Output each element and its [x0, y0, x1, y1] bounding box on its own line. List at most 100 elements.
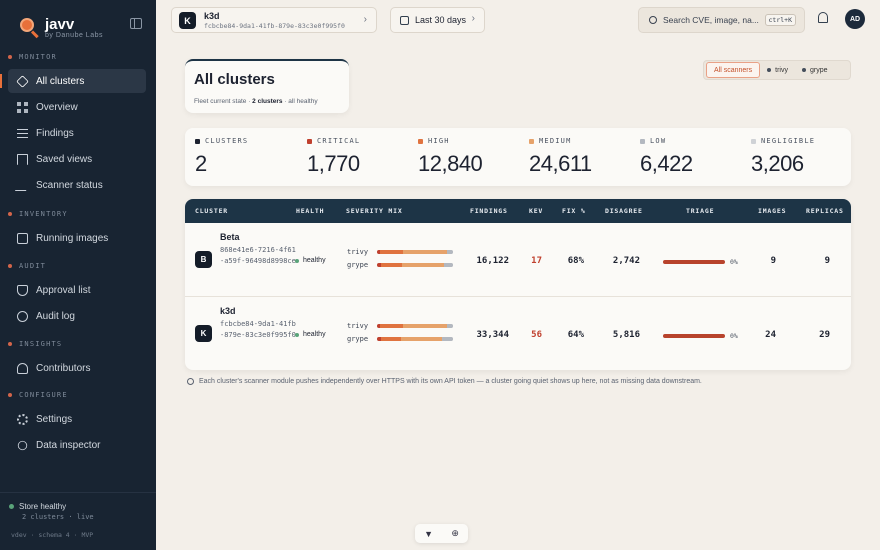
- column-header-findings[interactable]: FINDINGS: [470, 207, 508, 215]
- shield-icon: [17, 284, 28, 296]
- severity-swatch: [640, 138, 645, 144]
- stat-high: HIGH 12,840: [418, 137, 483, 177]
- health-dot-icon: [295, 258, 299, 263]
- stat-value: 3,206: [751, 151, 804, 176]
- clusters-table: CLUSTER HEALTH SEVERITY MIX FINDINGS KEV FIX …: [185, 199, 851, 370]
- column-header-kev[interactable]: KEV: [529, 207, 543, 215]
- column-header-health[interactable]: HEALTH: [296, 207, 324, 215]
- column-header-replicas[interactable]: REPLICAS: [806, 207, 844, 215]
- stat-label: CLUSTERS: [205, 137, 249, 145]
- disagree-count: 2,742: [612, 256, 640, 266]
- column-header-triage[interactable]: TRIAGE: [686, 207, 714, 215]
- store-status-sub: 2 clusters · live: [22, 513, 94, 521]
- severity-mix-trivy: trivy: [347, 319, 453, 332]
- triage-bar: [663, 334, 725, 338]
- sidebar-item-approval-list[interactable]: Approval list: [8, 278, 146, 302]
- sidebar-item-contributors[interactable]: Contributors: [8, 356, 146, 380]
- column-header-fix-[interactable]: FIX %: [562, 207, 586, 215]
- stat-label: LOW: [650, 137, 667, 145]
- dev-tools-icon[interactable]: ▼: [424, 529, 433, 539]
- page-title: All clusters: [194, 71, 275, 88]
- severity-segment: [380, 262, 403, 267]
- severity-swatch: [195, 138, 200, 144]
- sidebar-item-audit-log[interactable]: Audit log: [8, 304, 146, 328]
- scanner-filter-grype[interactable]: grype: [795, 62, 835, 78]
- grid-icon: [17, 101, 28, 113]
- cluster-name: Beta: [220, 232, 240, 242]
- cluster-badge: B: [195, 251, 212, 268]
- severity-bar: [377, 262, 453, 267]
- section-audit: AUDIT: [8, 262, 46, 270]
- person-icon: [17, 362, 28, 374]
- status-dot-icon: [9, 504, 14, 509]
- column-header-images[interactable]: IMAGES: [758, 207, 786, 215]
- table-header: CLUSTER HEALTH SEVERITY MIX FINDINGS KEV FIX …: [185, 199, 851, 223]
- target-icon[interactable]: ⊕: [451, 528, 459, 539]
- avatar[interactable]: AD: [845, 9, 865, 29]
- list-icon: [17, 127, 28, 139]
- scanner-filter-all[interactable]: All scanners: [706, 62, 761, 78]
- column-header-disagree[interactable]: DISAGREE: [605, 207, 643, 215]
- pulse-icon: [14, 179, 31, 191]
- stat-critical: CRITICAL 1,770: [307, 137, 360, 177]
- disagree-count: 5,816: [612, 330, 640, 340]
- table-row[interactable]: Kk3d fcbcbe84-9da1-41fb-879e-83c3e0f995f0…: [185, 296, 851, 369]
- app-byline: by Danube Labs: [45, 32, 103, 39]
- severity-segment: [446, 249, 453, 254]
- date-range-selector[interactable]: Last 30 days ›: [390, 7, 485, 33]
- scanner-name: grype: [347, 260, 369, 269]
- health-status: healthy: [295, 257, 326, 264]
- collapse-sidebar-icon[interactable]: [130, 18, 142, 29]
- severity-mix-grype: grype: [347, 332, 453, 345]
- severity-mix-trivy: trivy: [347, 245, 453, 258]
- chevron-right-icon: ›: [363, 14, 367, 25]
- scanner-filter-trivy[interactable]: trivy: [760, 62, 795, 78]
- scanner-name: trivy: [347, 247, 369, 256]
- stat-medium: MEDIUM 24,611: [529, 137, 592, 177]
- severity-bar: [377, 323, 453, 328]
- sidebar-item-running-images[interactable]: Running images: [8, 226, 146, 250]
- section-configure: CONFIGURE: [8, 391, 68, 399]
- severity-bar: [377, 336, 453, 341]
- table-row[interactable]: B Beta 868e41e6-7216-4f61-a59f-96498d8998c…: [185, 223, 851, 296]
- sidebar: javv by Danube Labs MONITOR All clusters…: [0, 0, 156, 550]
- triage-percent: 0%: [730, 332, 738, 340]
- stat-label: NEGLIGIBLE: [761, 137, 816, 145]
- search-input[interactable]: Search CVE, image, na... ctrl+K: [638, 7, 805, 33]
- search-icon: [17, 440, 28, 450]
- section-insights: INSIGHTS: [8, 340, 62, 348]
- stat-value: 2: [195, 151, 207, 176]
- sidebar-item-saved-views[interactable]: Saved views: [8, 147, 146, 171]
- health-status: healthy: [295, 331, 326, 338]
- scanner-name: grype: [347, 334, 369, 343]
- sidebar-item-settings[interactable]: Settings: [8, 407, 146, 431]
- findings-count: 16,122: [476, 256, 509, 266]
- column-header-severity-mix[interactable]: SEVERITY MIX: [346, 207, 403, 215]
- cluster-badge: K: [179, 12, 196, 29]
- bell-icon[interactable]: [818, 12, 828, 23]
- severity-segment: [402, 323, 447, 328]
- stat-value: 6,422: [640, 151, 693, 176]
- section-monitor: MONITOR: [8, 53, 57, 61]
- page-header: All clusters Fleet current state · 2 clu…: [185, 59, 349, 113]
- sidebar-item-overview[interactable]: Overview: [8, 95, 146, 119]
- sidebar-item-data-inspector[interactable]: Data inspector: [8, 433, 146, 457]
- kev-count: 56: [531, 330, 542, 340]
- severity-segment: [402, 262, 444, 267]
- severity-mix-grype: grype: [347, 258, 453, 271]
- sidebar-item-findings[interactable]: Findings: [8, 121, 146, 145]
- cluster-context-selector[interactable]: K k3d fcbcbe84-9da1-41fb-879e-83c3e0f995…: [171, 7, 377, 33]
- triage-percent: 0%: [730, 258, 738, 266]
- stat-value: 1,770: [307, 151, 360, 176]
- stat-label: CRITICAL: [317, 137, 361, 145]
- stat-label: MEDIUM: [539, 137, 572, 145]
- severity-segment: [402, 249, 447, 254]
- stat-low: LOW 6,422: [640, 137, 693, 177]
- info-note: Each cluster's scanner module pushes ind…: [187, 378, 702, 385]
- store-status: Store healthy: [9, 502, 66, 511]
- sidebar-item-all-clusters[interactable]: All clusters: [0, 69, 146, 93]
- severity-swatch: [529, 138, 534, 144]
- sidebar-item-scanner-status[interactable]: Scanner status: [8, 173, 146, 197]
- column-header-cluster[interactable]: CLUSTER: [195, 207, 228, 215]
- severity-segment: [380, 323, 403, 328]
